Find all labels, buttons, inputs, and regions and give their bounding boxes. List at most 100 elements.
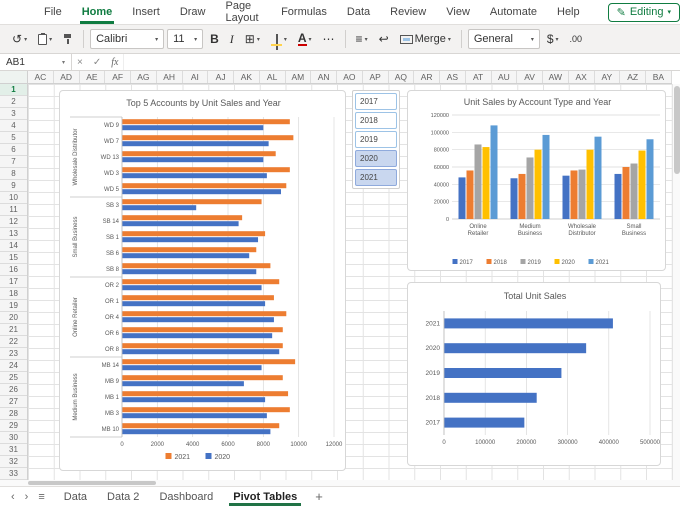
row-header-12[interactable]: 12 [0, 216, 27, 228]
sheet-tab-pivot-tables[interactable]: Pivot Tables [223, 487, 307, 506]
row-header-11[interactable]: 11 [0, 204, 27, 216]
row-header-10[interactable]: 10 [0, 192, 27, 204]
chart-unit-sales-by-account-type[interactable]: Unit Sales by Account Type and Year 0 2000… [407, 90, 666, 271]
menu-tab-insert[interactable]: Insert [122, 0, 170, 24]
row-header-9[interactable]: 9 [0, 180, 27, 192]
all-sheets-icon[interactable]: ≡ [33, 491, 49, 503]
column-header-aj[interactable]: AJ [208, 71, 234, 83]
paste-button[interactable]: ▾ [34, 32, 56, 47]
slicer-item-2020[interactable]: 2020 [355, 150, 397, 167]
row-header-31[interactable]: 31 [0, 444, 27, 456]
column-header-ag[interactable]: AG [131, 71, 157, 83]
row-header-33[interactable]: 33 [0, 468, 27, 480]
column-header-ae[interactable]: AE [80, 71, 106, 83]
column-header-ar[interactable]: AR [414, 71, 440, 83]
column-header-as[interactable]: AS [440, 71, 466, 83]
select-all-corner[interactable] [0, 71, 28, 83]
row-header-4[interactable]: 4 [0, 120, 27, 132]
column-header-af[interactable]: AF [105, 71, 131, 83]
row-header-3[interactable]: 3 [0, 108, 27, 120]
row-header-22[interactable]: 22 [0, 336, 27, 348]
row-header-27[interactable]: 27 [0, 396, 27, 408]
row-header-13[interactable]: 13 [0, 228, 27, 240]
merge-button[interactable]: Merge ▾ [396, 31, 455, 47]
menu-tab-home[interactable]: Home [72, 0, 123, 24]
currency-button[interactable]: $ ▾ [543, 30, 563, 48]
row-header-19[interactable]: 19 [0, 300, 27, 312]
column-header-ba[interactable]: BA [646, 71, 672, 83]
row-header-23[interactable]: 23 [0, 348, 27, 360]
menu-tab-automate[interactable]: Automate [480, 0, 547, 24]
cancel-icon[interactable]: × [72, 57, 88, 68]
font-size-select[interactable]: 11 ▾ [167, 29, 204, 49]
fx-icon[interactable]: fx [106, 57, 123, 68]
column-header-ap[interactable]: AP [363, 71, 389, 83]
slicer-item-2017[interactable]: 2017 [355, 93, 397, 110]
column-header-ai[interactable]: AI [183, 71, 209, 83]
column-header-an[interactable]: AN [311, 71, 337, 83]
column-header-av[interactable]: AV [517, 71, 543, 83]
row-header-8[interactable]: 8 [0, 168, 27, 180]
formula-input[interactable] [123, 54, 680, 70]
font-name-select[interactable]: Calibri ▾ [90, 29, 165, 49]
column-header-ax[interactable]: AX [569, 71, 595, 83]
sheet-tab-data-2[interactable]: Data 2 [97, 487, 149, 506]
row-header-32[interactable]: 32 [0, 456, 27, 468]
editing-mode-button[interactable]: ✎ Editing ▾ [607, 2, 680, 22]
row-header-20[interactable]: 20 [0, 312, 27, 324]
row-header-7[interactable]: 7 [0, 156, 27, 168]
column-header-ad[interactable]: AD [54, 71, 80, 83]
menu-tab-formulas[interactable]: Formulas [271, 0, 337, 24]
add-sheet-button[interactable]: + [307, 489, 331, 504]
row-header-21[interactable]: 21 [0, 324, 27, 336]
column-header-ay[interactable]: AY [595, 71, 621, 83]
column-header-at[interactable]: AT [466, 71, 492, 83]
horizontal-scrollbar-thumb[interactable] [28, 481, 156, 485]
column-header-ao[interactable]: AO [337, 71, 363, 83]
vertical-scrollbar[interactable] [672, 84, 680, 480]
column-header-ah[interactable]: AH [157, 71, 183, 83]
decimals-button[interactable]: .00 [566, 32, 587, 46]
row-header-25[interactable]: 25 [0, 372, 27, 384]
sheet-nav-right-icon[interactable]: › [20, 491, 34, 503]
row-header-16[interactable]: 16 [0, 264, 27, 276]
row-header-2[interactable]: 2 [0, 96, 27, 108]
sheet-tab-data[interactable]: Data [54, 487, 97, 506]
slicer-item-2021[interactable]: 2021 [355, 169, 397, 186]
column-header-au[interactable]: AU [492, 71, 518, 83]
column-header-az[interactable]: AZ [620, 71, 646, 83]
column-header-ak[interactable]: AK [234, 71, 260, 83]
chart-top5-accounts[interactable]: Top 5 Accounts by Unit Sales and Year 0 20… [59, 90, 346, 471]
menu-tab-view[interactable]: View [436, 0, 480, 24]
row-header-14[interactable]: 14 [0, 240, 27, 252]
row-header-24[interactable]: 24 [0, 360, 27, 372]
row-header-6[interactable]: 6 [0, 144, 27, 156]
menu-tab-file[interactable]: File [34, 0, 72, 24]
slicer-item-2018[interactable]: 2018 [355, 112, 397, 129]
slicer-item-2019[interactable]: 2019 [355, 131, 397, 148]
sheet-nav-left-icon[interactable]: ‹ [6, 491, 20, 503]
row-header-15[interactable]: 15 [0, 252, 27, 264]
menu-tab-data[interactable]: Data [337, 0, 380, 24]
number-format-select[interactable]: General ▾ [467, 29, 540, 49]
column-header-al[interactable]: AL [260, 71, 286, 83]
row-header-30[interactable]: 30 [0, 432, 27, 444]
menu-tab-draw[interactable]: Draw [170, 0, 216, 24]
format-painter-button[interactable] [59, 32, 77, 46]
column-header-ac[interactable]: AC [28, 71, 54, 83]
italic-button[interactable]: I [226, 30, 238, 49]
font-color-button[interactable]: A ▾ [294, 31, 316, 48]
wrap-text-button[interactable]: ↩ [375, 30, 393, 48]
bold-button[interactable]: B [206, 30, 223, 48]
confirm-icon[interactable]: ✓ [88, 57, 106, 68]
fill-color-button[interactable]: ▾ [267, 33, 291, 50]
sheet-tab-dashboard[interactable]: Dashboard [149, 487, 223, 506]
column-header-aq[interactable]: AQ [389, 71, 415, 83]
borders-button[interactable]: ⊞ ▾ [241, 30, 264, 48]
year-slicer[interactable]: 2017 2018 2019 2020 2021 [352, 90, 400, 189]
align-button[interactable]: ≡ ▾ [352, 30, 372, 48]
row-header-5[interactable]: 5 [0, 132, 27, 144]
row-header-1[interactable]: 1 [0, 84, 27, 96]
column-header-am[interactable]: AM [286, 71, 312, 83]
more-formatting-button[interactable]: ⋯ [319, 30, 339, 48]
